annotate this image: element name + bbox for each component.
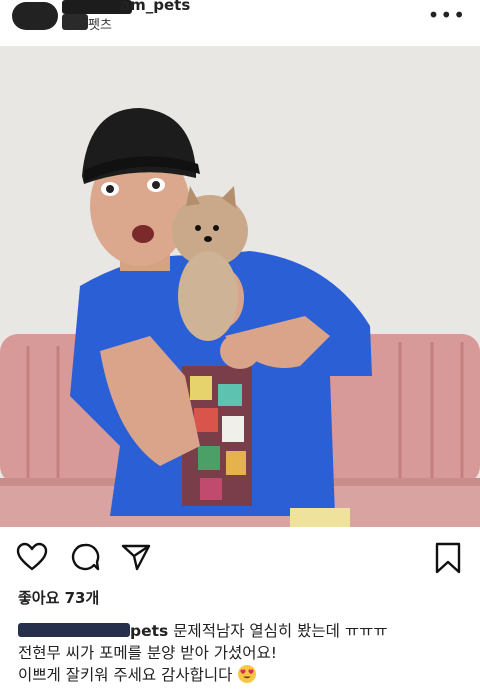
heart-icon [16, 542, 48, 571]
caption-line-1: pets 문제적남자 열심히 봤는데 ㅠㅠㅠ [18, 620, 468, 642]
caption-text-1: 문제적남자 열심히 봤는데 ㅠㅠㅠ [168, 622, 388, 640]
like-button[interactable] [16, 542, 48, 576]
heart-eyes-emoji-icon [238, 665, 257, 683]
caption-line-2: 전현무 씨가 포메를 분양 받아 가셨어요! [18, 644, 278, 662]
bookmark-icon [435, 542, 461, 574]
bookmark-button[interactable] [434, 542, 462, 578]
post-subtitle: 펫츠 [88, 18, 112, 33]
post-header: am_pets 펫츠 ••• [0, 0, 480, 42]
redacted-caption-username [18, 623, 130, 637]
post-photo[interactable] [0, 46, 480, 527]
like-count[interactable]: 좋아요 73개 [18, 587, 99, 608]
post-actions [0, 536, 480, 580]
caption-line-3: 이쁘게 잘키워 주세요 감사합니다 [18, 664, 468, 686]
avatar[interactable] [12, 2, 58, 30]
post-username[interactable]: am_pets [120, 0, 190, 14]
comment-button[interactable] [70, 542, 100, 576]
redacted-subtitle [62, 14, 88, 30]
share-button[interactable] [120, 542, 152, 576]
caption-text-3: 이쁘게 잘키워 주세요 감사합니다 [18, 666, 238, 684]
photo-illustration [0, 46, 480, 527]
more-options-button[interactable]: ••• [428, 3, 466, 27]
post-caption: pets 문제적남자 열심히 봤는데 ㅠㅠㅠ 전현무 씨가 포메를 분양 받아 … [18, 620, 468, 686]
share-icon [121, 544, 151, 571]
comment-icon [71, 543, 100, 571]
caption-username[interactable]: pets [130, 622, 168, 640]
